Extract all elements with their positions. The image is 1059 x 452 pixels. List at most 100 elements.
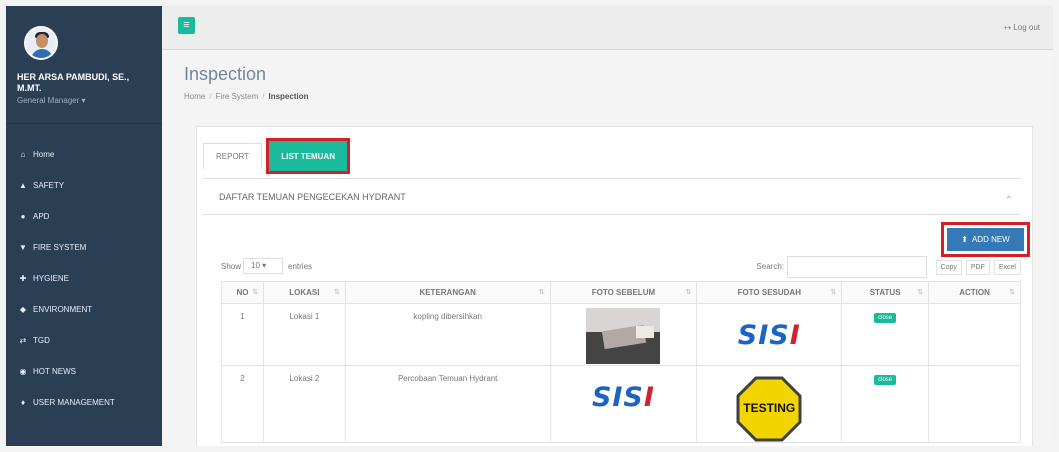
user-profile: HER ARSA PAMBUDI, SE., M.MT. General Man… [6,6,162,124]
sort-icon[interactable]: ⇅ [539,288,545,296]
tab-report[interactable]: REPORT [203,143,263,169]
column-foto-sesudah-label: FOTO SESUDAH [737,288,801,297]
tgd-icon: ⇄ [19,336,27,345]
top-navigation: ≡ ↦ Log out [162,6,1053,50]
add-new-button[interactable]: ⬆ ADD NEW [941,222,1030,257]
menu-toggle-button[interactable]: ≡ [178,17,195,34]
table-header-row: NO ⇅ LOKASI ⇅ KETERANGAN ⇅ FOTO SEBELUM ⇅ FO… [221,281,1021,304]
column-action[interactable]: ACTION ⇅ [928,281,1021,304]
column-foto-sebelum[interactable]: FOTO SEBELUM ⇅ [549,281,698,304]
column-lokasi[interactable]: LOKASI ⇅ [262,281,346,304]
logout-icon: ↦ [1004,23,1012,32]
logout-label: Log out [1013,23,1040,32]
table-row: 2 Lokasi 2 Percobaan Temuan Hydrant SISI… [221,365,1021,443]
hygiene-icon: ✚ [19,274,27,283]
add-new-button-inner[interactable]: ⬆ ADD NEW [947,228,1024,251]
breadcrumb-home[interactable]: Home [184,92,205,101]
sisi-logo[interactable]: SISI [697,320,841,351]
section-title: DAFTAR TEMUAN PENGECEKAN HYDRANT ⌃ [203,178,1021,215]
column-keterangan[interactable]: KETERANGAN ⇅ [344,281,551,304]
collapse-icon[interactable]: ⌃ [1005,195,1013,206]
user-role-dropdown[interactable]: General Manager ▾ [17,96,86,105]
sidebar-item-fire-system[interactable]: ▼ FIRE SYSTEM [6,232,162,263]
sidebar-item-label: TGD [33,336,50,345]
avatar-head-icon [36,34,48,48]
column-lokasi-label: LOKASI [289,288,320,297]
safety-icon: ▲ [19,181,27,190]
column-keterangan-label: KETERANGAN [419,288,476,297]
search-label: Search: [756,262,784,271]
apd-icon: ● [20,212,26,221]
logout-link[interactable]: ↦ Log out [1004,23,1040,32]
pdf-button[interactable]: PDF [965,260,990,275]
column-status-label: STATUS [869,288,901,297]
section-title-text: DAFTAR TEMUAN PENGECEKAN HYDRANT [219,191,406,202]
sidebar-item-environment[interactable]: ◆ ENVIRONMENT [6,294,162,325]
action-cell [928,365,1021,443]
location-cell: Lokasi 2 [262,365,346,443]
after-photo-cell: SISI [696,303,843,366]
entries-label: entries [288,262,313,271]
sidebar-item-safety[interactable]: ▲ SAFETY [6,170,162,201]
sidebar-item-label: Home [33,150,55,159]
column-foto-sesudah[interactable]: FOTO SESUDAH ⇅ [696,281,843,304]
sidebar: HER ARSA PAMBUDI, SE., M.MT. General Man… [6,6,162,446]
sidebar-item-label: APD [33,212,50,221]
column-status[interactable]: STATUS ⇅ [841,281,930,304]
sidebar-item-label: FIRE SYSTEM [33,243,87,252]
sidebar-item-hot-news[interactable]: ◉ HOT NEWS [6,356,162,387]
sort-icon[interactable]: ⇅ [685,288,691,296]
column-foto-sebelum-label: FOTO SEBELUM [591,288,656,297]
breadcrumb-current: Inspection [268,92,309,101]
sisi-logo-accent: I [789,320,801,351]
sort-icon[interactable]: ⇅ [334,288,340,296]
findings-table: NO ⇅ LOKASI ⇅ KETERANGAN ⇅ FOTO SEBELUM ⇅ FO… [221,281,1021,443]
description-cell: kopling dibersihkan [344,303,551,366]
page-title: Inspection [184,64,267,84]
hot-news-icon: ◉ [19,367,27,376]
light-reflection [636,326,655,338]
breadcrumb: Home / Fire System / Inspection [184,92,309,101]
export-buttons: Copy PDF Excel [935,260,1021,275]
status-badge: close [874,375,897,385]
avatar[interactable] [24,26,58,60]
user-name: HER ARSA PAMBUDI, SE., M.MT. [17,72,130,93]
tab-list-temuan[interactable]: LIST TEMUAN [266,138,350,174]
sidebar-item-user-management[interactable]: ♦ USER MANAGEMENT [6,387,162,418]
location-cell: Lokasi 1 [262,303,346,366]
sidebar-item-apd[interactable]: ● APD [6,201,162,232]
sidebar-item-home[interactable]: ⌂ Home [6,139,162,170]
user-management-icon: ♦ [20,398,26,407]
sisi-logo-primary: SIS [737,320,790,351]
row-number: 2 [221,365,264,443]
entries-select[interactable]: 10 ▾ [243,258,283,274]
table-controls: Show 10 ▾ entries Search: Copy PDF Excel [221,255,1021,279]
sidebar-item-label: HYGIENE [33,274,70,283]
search-input[interactable] [787,256,927,278]
entries-value: 10 [251,261,260,270]
status-cell: close [841,303,930,366]
status-badge: close [874,313,897,323]
upload-icon: ⬆ [961,235,968,244]
action-cell [928,303,1021,366]
column-no[interactable]: NO ⇅ [221,281,264,304]
sort-icon[interactable]: ⇅ [917,288,923,296]
sidebar-item-tgd[interactable]: ⇄ TGD [6,325,162,356]
sidebar-item-hygiene[interactable]: ✚ HYGIENE [6,263,162,294]
sort-icon[interactable]: ⇅ [1009,288,1015,296]
copy-button[interactable]: Copy [935,260,962,275]
sisi-logo[interactable]: SISI [551,382,697,413]
sidebar-item-label: ENVIRONMENT [33,305,93,314]
before-photo[interactable] [586,308,661,364]
home-icon: ⌂ [20,150,26,159]
avatar-body-icon [31,49,53,58]
before-photo-cell: SISI [549,365,698,443]
breadcrumb-separator: / [262,92,265,101]
row-number: 1 [221,303,264,366]
sort-icon[interactable]: ⇅ [830,288,836,296]
breadcrumb-fire-system[interactable]: Fire System [216,92,259,101]
excel-button[interactable]: Excel [993,260,1021,275]
testing-sign[interactable]: TESTING [736,376,802,442]
testing-label: TESTING [743,401,796,415]
sort-icon[interactable]: ⇅ [252,288,258,296]
